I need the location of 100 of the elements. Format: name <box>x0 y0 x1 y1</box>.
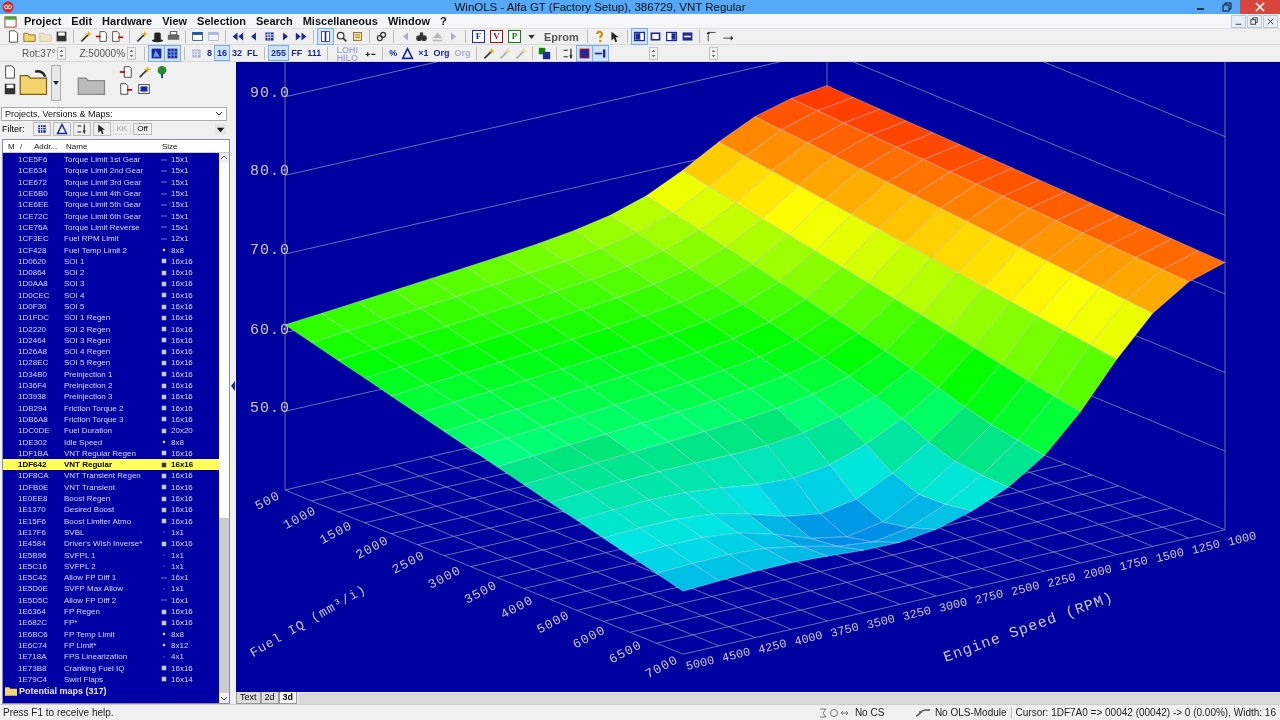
letter-button[interactable]: V <box>490 30 503 43</box>
eprom-button[interactable]: Eprom <box>540 29 583 44</box>
menu-item[interactable]: Project <box>19 15 67 27</box>
map-row[interactable]: 1D2220 SOI 2 Regen 16x16 <box>3 323 219 335</box>
folder-row[interactable]: Potential maps (317) <box>3 684 219 697</box>
map-row[interactable]: 1CE672 Torque Limit 3rd Gear 15x1 <box>3 176 219 188</box>
document-icon[interactable] <box>119 65 133 79</box>
map-row[interactable]: 1E17F6 SVBL 1x1 <box>3 526 219 539</box>
search-icon[interactable] <box>334 29 349 44</box>
map-row[interactable]: 1E6364 FP Regen 16x16 <box>3 605 219 618</box>
map-row[interactable]: 1E1370 Desired Boost 16x16 <box>3 504 219 516</box>
column-header[interactable]: / <box>20 141 34 151</box>
spinner-arrows-icon[interactable] <box>649 46 659 60</box>
map-row[interactable]: 1D0F30 SOI 5 16x16 <box>3 300 219 313</box>
map-row[interactable]: 1CE76A Torque Limit Reverse 15x1 <box>3 221 219 234</box>
chevron-down-icon[interactable] <box>215 111 223 117</box>
map-row[interactable]: 1D28EC SOI 5 Regen 16x16 <box>3 357 219 369</box>
letter-button[interactable]: F <box>472 30 485 43</box>
map-row[interactable]: 1D26A8 SOI 4 Regen 16x16 <box>3 346 219 358</box>
menu-item[interactable]: Hardware <box>97 15 158 27</box>
letter-button[interactable]: P <box>508 30 521 43</box>
map-row[interactable]: 1DB294 Friction Torque 2 16x16 <box>3 402 219 414</box>
wand-icon[interactable] <box>78 29 93 44</box>
map-row[interactable]: 1D34B0 Preinjection 1 16x16 <box>3 368 219 380</box>
close-icon[interactable] <box>1240 0 1280 14</box>
map-row[interactable]: 1CE6EE Torque Limit 5th Gear 15x1 <box>3 199 219 211</box>
horizontal-scrollbar[interactable] <box>299 693 1280 704</box>
pane-right-icon[interactable] <box>663 29 679 44</box>
menu-item[interactable]: Selection <box>192 15 251 27</box>
format-button[interactable]: % <box>387 46 400 60</box>
hat-icon[interactable] <box>150 29 165 44</box>
map-row[interactable]: 1E5C16 SVFPL 2 1x1 <box>3 560 219 572</box>
format-button[interactable]: Org <box>431 46 452 60</box>
column-header[interactable]: Addr... <box>34 141 66 151</box>
column-header[interactable]: Size <box>162 141 202 151</box>
map-row[interactable]: 1DE302 Idle Speed 8x8 <box>3 436 219 448</box>
panel-icon[interactable] <box>318 29 333 44</box>
format-button[interactable]: FF <box>289 46 305 60</box>
map-row[interactable]: 1DFB0E VNT Transient 16x16 <box>3 481 219 493</box>
document-in-icon[interactable] <box>94 29 109 44</box>
delta-icon[interactable] <box>400 45 416 61</box>
source-dropdown[interactable]: Projects, Versions & Maps: <box>1 107 227 121</box>
map-row[interactable]: 1E682C FP* 16x16 <box>3 617 219 629</box>
spinner-arrows-icon[interactable] <box>709 46 719 60</box>
spinner-arrows-icon[interactable] <box>127 46 137 60</box>
wand-icon[interactable] <box>137 65 151 79</box>
collapse-arrow-icon[interactable] <box>230 380 236 392</box>
map-row[interactable]: 1DF642 VNT Regular 16x16 <box>3 459 219 471</box>
filter-button[interactable]: Off <box>133 123 152 135</box>
format-button[interactable]: 8 <box>205 46 215 60</box>
menu-item[interactable]: ? <box>434 15 452 27</box>
column-header[interactable]: Name <box>66 141 162 151</box>
map-row[interactable]: 1E5D5C Allow FP Diff 2 16x1 <box>3 594 219 606</box>
menu-item[interactable]: Miscellaneous <box>297 15 383 27</box>
format-button[interactable]: 32 <box>230 46 245 60</box>
map-row[interactable]: 1CE72C Torque Limit 6th Gear 15x1 <box>3 210 219 222</box>
map-row[interactable]: 1E5C42 Allow FP Diff 1 16x1 <box>3 572 219 584</box>
close-icon[interactable] <box>1263 14 1278 28</box>
map-row[interactable]: 1D1FDC SOI 1 Regen 16x16 <box>3 312 219 324</box>
map-row[interactable]: 1DF8CA VNT Transient Regen 16x16 <box>3 470 219 482</box>
open-folder-icon[interactable] <box>19 69 49 97</box>
map-row[interactable]: 1CE6B0 Torque Limit 4th Gear 15x1 <box>3 187 219 200</box>
map-row[interactable]: 1CF428 Fuel Temp Limit 2 8x8 <box>3 244 219 256</box>
scrollbar[interactable] <box>219 153 229 703</box>
format-button[interactable]: 16 <box>215 46 230 60</box>
map-row[interactable]: 1E6BC6 FP Temp Limit 8x8 <box>3 628 219 640</box>
wand-icon[interactable] <box>134 29 149 44</box>
map-row[interactable]: 1CF3EC Fuel RPM Limit 12x1 <box>3 233 219 245</box>
restore-icon[interactable] <box>1247 14 1262 28</box>
map-row[interactable]: 1E6C74 FP Limit* 8x12 <box>3 639 219 652</box>
map-row[interactable]: 1E5B96 SVFPL 1 1x1 <box>3 549 219 561</box>
map-row[interactable]: 1E718A FPS Linearization 4x1 <box>3 651 219 663</box>
binoculars-icon[interactable] <box>414 29 429 44</box>
map-row[interactable]: 1E79C4 Swirl Flaps 16x14 <box>3 673 219 685</box>
pane-left-icon[interactable] <box>631 29 647 44</box>
map-row[interactable]: 1E15F6 Boost Limiter Atmo 16x16 <box>3 515 219 527</box>
pointer-icon[interactable] <box>92 122 111 136</box>
map-row[interactable]: 1D3938 Preinjection 3 16x16 <box>3 391 219 403</box>
format-button[interactable]: 255 <box>269 46 289 60</box>
image-icon[interactable] <box>137 82 151 96</box>
map-row[interactable]: 1D0AA8 SOI 3 16x16 <box>3 278 219 290</box>
minimize-icon[interactable] <box>1231 14 1246 28</box>
save-icon[interactable] <box>3 82 17 96</box>
map-row[interactable]: 1D2464 SOI 3 Regen 16x16 <box>3 334 219 347</box>
map-row[interactable]: 1D36F4 Preinjection 2 16x16 <box>3 379 219 392</box>
framed-square-icon[interactable] <box>577 45 593 61</box>
right-bar-icon[interactable] <box>593 45 609 61</box>
map-row[interactable]: 1CE634 Torque Limit 2nd Gear 15x1 <box>3 165 219 177</box>
arrows-icon[interactable] <box>72 122 91 136</box>
map-row[interactable]: 1D0864 SOI 2 16x16 <box>3 266 219 279</box>
dropdown-icon[interactable] <box>215 123 226 135</box>
document-icon[interactable] <box>3 65 17 79</box>
document-icon[interactable] <box>119 82 133 96</box>
dropdown-icon[interactable] <box>51 65 61 101</box>
map-row[interactable]: 1E73B8 Cranking Fuel IQ 16x16 <box>3 662 219 674</box>
spinner-arrows-icon[interactable] <box>57 46 67 60</box>
view-flat-icon[interactable] <box>149 45 165 61</box>
window-icon[interactable] <box>190 29 205 44</box>
app-logo-icon[interactable] <box>2 1 14 13</box>
tree-icon[interactable] <box>155 65 169 79</box>
